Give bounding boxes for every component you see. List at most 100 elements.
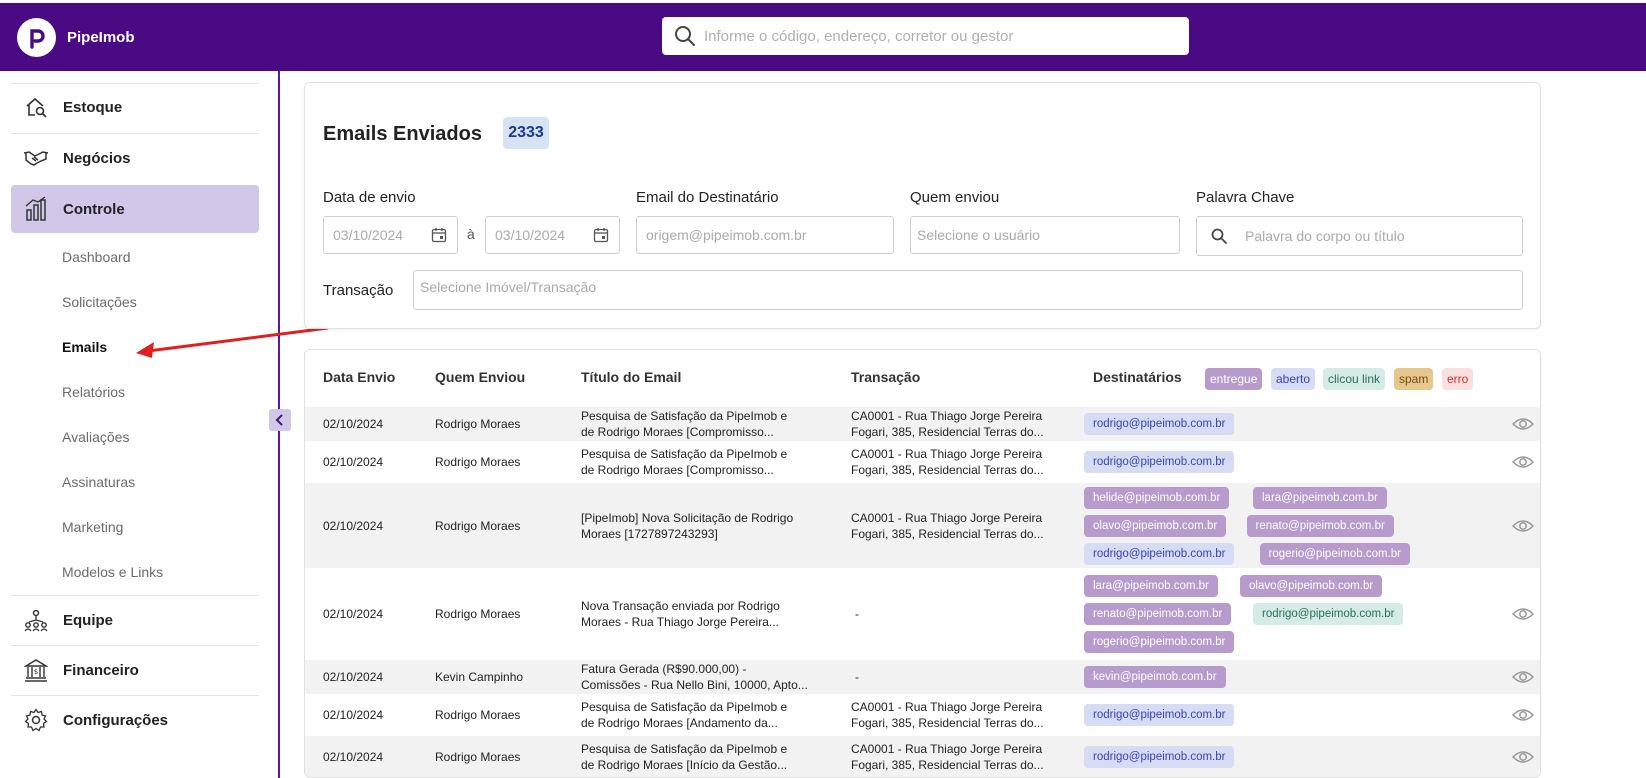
chevron-left-icon bbox=[275, 414, 283, 426]
recipient-chip[interactable]: rodrigo@pipeimob.com.br bbox=[1084, 451, 1235, 473]
view-eye-icon[interactable] bbox=[1512, 670, 1534, 684]
recipient-chip[interactable]: helide@pipeimob.com.br bbox=[1084, 486, 1230, 509]
recipient-chip[interactable]: rodrigo@pipeimob.com.br bbox=[1084, 413, 1235, 435]
cell-date: 02/10/2024 bbox=[323, 518, 384, 533]
date-separator: à bbox=[467, 226, 475, 242]
cell-date: 02/10/2024 bbox=[323, 750, 384, 764]
cell-title-line1: Fatura Gerada (R$90.000,00) - bbox=[581, 662, 747, 676]
sidebar-item-configuracoes[interactable]: Configurações bbox=[11, 696, 259, 744]
cell-transaction: - bbox=[855, 670, 859, 684]
view-eye-icon[interactable] bbox=[1512, 455, 1534, 469]
recipient-chip[interactable]: renato@pipeimob.com.br bbox=[1084, 603, 1232, 625]
pipeimob-logo-icon bbox=[29, 28, 45, 49]
recipient-chip[interactable]: rodrigo@pipeimob.com.br bbox=[1253, 603, 1404, 625]
sidebar-item-estoque[interactable]: Estoque bbox=[11, 83, 259, 131]
view-eye-icon[interactable] bbox=[1512, 750, 1534, 764]
submenu-assinaturas[interactable]: Assinaturas bbox=[62, 474, 135, 490]
view-eye-icon[interactable] bbox=[1512, 519, 1534, 533]
table-row[interactable]: 02/10/2024 Rodrigo Moraes Pesquisa de Sati… bbox=[305, 441, 1540, 483]
recipient-chip[interactable]: renato@pipeimob.com.br bbox=[1246, 514, 1394, 537]
collapse-sidebar-button[interactable] bbox=[269, 409, 291, 431]
view-eye-icon[interactable] bbox=[1512, 607, 1534, 621]
legend-aberto: aberto bbox=[1271, 368, 1316, 390]
recipient-email-field[interactable]: origem@pipeimob.com.br bbox=[636, 216, 894, 254]
calendar-icon bbox=[431, 228, 447, 243]
cell-date: 02/10/2024 bbox=[323, 670, 384, 684]
search-input[interactable] bbox=[704, 27, 1164, 45]
sidebar-item-label: Negócios bbox=[63, 149, 131, 167]
cell-transaction-line1: CA0001 - Rua Thiago Jorge Pereira bbox=[851, 742, 1043, 756]
column-header-recipients[interactable]: Destinatários bbox=[1093, 369, 1182, 385]
transaction-label: Transação bbox=[323, 282, 394, 299]
sidebar-item-label: Controle bbox=[63, 200, 125, 218]
submenu-marketing[interactable]: Marketing bbox=[62, 519, 123, 535]
recipient-chip[interactable]: rogerio@pipeimob.com.br bbox=[1084, 631, 1235, 653]
legend-erro: erro bbox=[1442, 368, 1474, 390]
table-row[interactable]: 02/10/2024 Rodrigo Moraes Pesquisa de Sati… bbox=[305, 736, 1540, 777]
team-icon bbox=[23, 607, 49, 633]
cell-title-line1: Pesquisa de Satisfação da PipeImob e bbox=[581, 409, 788, 423]
view-eye-icon[interactable] bbox=[1512, 708, 1534, 722]
emails-table: Data Envio Quem Enviou Título do Email T… bbox=[304, 349, 1541, 778]
cell-sender: Rodrigo Moraes bbox=[435, 518, 521, 533]
bank-icon: $ bbox=[23, 657, 49, 683]
column-header-title[interactable]: Título do Email bbox=[581, 369, 681, 385]
table-row[interactable]: 02/10/2024 Rodrigo Moraes Pesquisa de Sati… bbox=[305, 407, 1540, 441]
keyword-field[interactable]: Palavra do corpo ou título bbox=[1196, 216, 1523, 256]
cell-transaction: - bbox=[855, 607, 859, 621]
cell-date: 02/10/2024 bbox=[323, 708, 384, 722]
column-header-date[interactable]: Data Envio bbox=[323, 369, 395, 385]
table-row[interactable]: 02/10/2024 Rodrigo Moraes [PipeImob] Nova … bbox=[305, 483, 1540, 568]
transaction-select[interactable]: Selecione Imóvel/Transação bbox=[413, 270, 1523, 310]
cell-title-line2: de Rodrigo Moraes [Andamento da... bbox=[581, 716, 778, 730]
cell-transaction-line2: Fogari, 385, Residencial Terras do... bbox=[851, 526, 1044, 541]
table-row[interactable]: 02/10/2024 Rodrigo Moraes Pesquisa de Sati… bbox=[305, 694, 1540, 736]
sender-select[interactable]: Selecione o usuário bbox=[910, 216, 1180, 254]
global-search[interactable] bbox=[662, 17, 1189, 55]
cell-sender: Kevin Campinho bbox=[435, 670, 524, 684]
view-eye-icon[interactable] bbox=[1512, 417, 1534, 431]
sidebar-item-equipe[interactable]: Equipe bbox=[11, 596, 259, 644]
submenu-dashboard[interactable]: Dashboard bbox=[62, 249, 131, 265]
keyword-label: Palavra Chave bbox=[1196, 189, 1295, 206]
cell-title-line1: Pesquisa de Satisfação da PipeImob e bbox=[581, 742, 788, 756]
submenu-emails[interactable]: Emails bbox=[62, 339, 107, 355]
recipient-chip[interactable]: kevin@pipeimob.com.br bbox=[1084, 666, 1226, 688]
handshake-icon bbox=[23, 145, 49, 171]
sidebar-item-negocios[interactable]: Negócios bbox=[11, 134, 259, 182]
recipient-chip[interactable]: olavo@pipeimob.com.br bbox=[1240, 575, 1383, 597]
recipient-chip[interactable]: rodrigo@pipeimob.com.br bbox=[1084, 746, 1235, 768]
date-from-field[interactable]: 03/10/2024 bbox=[323, 216, 458, 254]
column-header-sender[interactable]: Quem Enviou bbox=[435, 369, 525, 385]
search-icon bbox=[675, 26, 695, 46]
recipient-chip[interactable]: lara@pipeimob.com.br bbox=[1084, 575, 1218, 597]
date-label: Data de envio bbox=[323, 189, 416, 206]
table-row[interactable]: 02/10/2024 Rodrigo Moraes Nova Transação e… bbox=[305, 568, 1540, 660]
sidebar-item-controle[interactable]: Controle bbox=[11, 185, 259, 233]
cell-transaction-line1: CA0001 - Rua Thiago Jorge Pereira bbox=[851, 700, 1043, 714]
submenu-avaliacoes[interactable]: Avaliações bbox=[62, 429, 129, 445]
recipient-chip[interactable]: rodrigo@pipeimob.com.br bbox=[1084, 542, 1235, 565]
sidebar-item-financeiro[interactable]: $ Financeiro bbox=[11, 646, 259, 694]
sidebar-item-label: Estoque bbox=[63, 98, 123, 116]
cell-date: 02/10/2024 bbox=[323, 455, 384, 469]
cell-transaction-line1: CA0001 - Rua Thiago Jorge Pereira bbox=[851, 447, 1043, 461]
date-to-field[interactable]: 03/10/2024 bbox=[485, 216, 620, 254]
recipient-chip[interactable]: lara@pipeimob.com.br bbox=[1253, 486, 1387, 509]
cell-title-line1: Nova Transação enviada por Rodrigo bbox=[581, 599, 780, 613]
count-badge: 2333 bbox=[503, 117, 549, 149]
recipient-chip[interactable]: rogerio@pipeimob.com.br bbox=[1259, 542, 1410, 565]
submenu-modelos-links[interactable]: Modelos e Links bbox=[62, 564, 163, 580]
cell-title-line1: Pesquisa de Satisfação da PipeImob e bbox=[581, 447, 788, 461]
cell-sender: Rodrigo Moraes bbox=[435, 750, 521, 764]
column-header-transaction[interactable]: Transação bbox=[851, 369, 920, 385]
recipient-chip[interactable]: olavo@pipeimob.com.br bbox=[1084, 514, 1227, 537]
submenu-relatorios[interactable]: Relatórios bbox=[62, 384, 125, 400]
sidebar: Estoque Negócios Controle Dashboard Soli… bbox=[0, 71, 280, 778]
annotation-arrow bbox=[136, 326, 329, 358]
table-row[interactable]: 02/10/2024 Kevin Campinho Fatura Gerada (R… bbox=[305, 660, 1540, 694]
logo[interactable] bbox=[17, 18, 56, 57]
submenu-solicitacoes[interactable]: Solicitações bbox=[62, 294, 137, 310]
recipient-chip[interactable]: rodrigo@pipeimob.com.br bbox=[1084, 704, 1235, 726]
recipient-label: Email do Destinatário bbox=[636, 189, 779, 206]
